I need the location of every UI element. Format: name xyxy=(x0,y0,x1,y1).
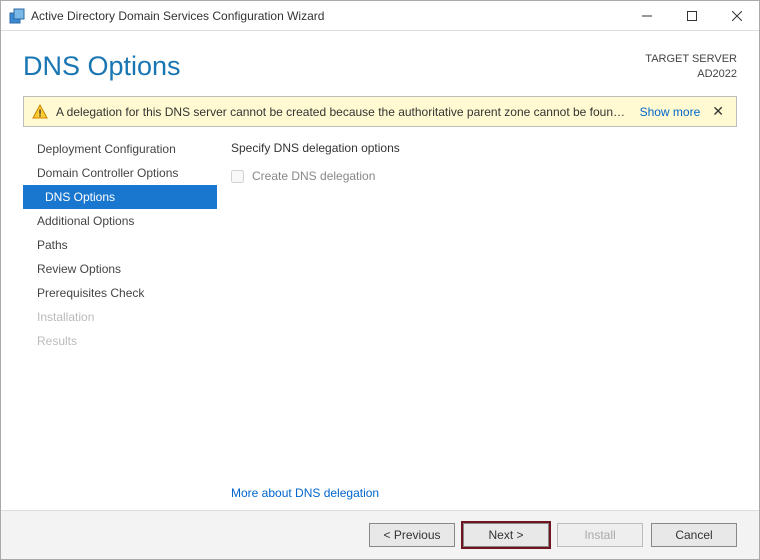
titlebar: Active Directory Domain Services Configu… xyxy=(1,1,759,31)
main-pane: Specify DNS delegation options Create DN… xyxy=(217,137,737,510)
target-value: AD2022 xyxy=(645,67,737,81)
svg-text:!: ! xyxy=(38,108,41,119)
sidebar-item[interactable]: Review Options xyxy=(23,257,217,281)
target-label: TARGET SERVER xyxy=(645,52,737,66)
create-dns-delegation-checkbox[interactable] xyxy=(231,170,244,183)
sidebar-item[interactable]: DNS Options xyxy=(23,185,217,209)
target-server-info: TARGET SERVER AD2022 xyxy=(645,52,737,81)
warning-icon: ! xyxy=(32,104,48,120)
wizard-steps-sidebar: Deployment ConfigurationDomain Controlle… xyxy=(23,137,217,510)
footer-buttons: < Previous Next > Install Cancel xyxy=(1,510,759,559)
checkbox-label: Create DNS delegation xyxy=(252,169,375,183)
close-button[interactable] xyxy=(714,1,759,30)
titlebar-text: Active Directory Domain Services Configu… xyxy=(31,9,624,23)
section-label: Specify DNS delegation options xyxy=(231,141,737,155)
more-about-link[interactable]: More about DNS delegation xyxy=(231,486,737,500)
banner-show-more-link[interactable]: Show more xyxy=(640,105,701,119)
previous-button[interactable]: < Previous xyxy=(369,523,455,547)
create-dns-delegation-option: Create DNS delegation xyxy=(231,169,737,183)
warning-banner: ! A delegation for this DNS server canno… xyxy=(23,96,737,127)
header: DNS Options TARGET SERVER AD2022 xyxy=(1,31,759,96)
minimize-button[interactable] xyxy=(624,1,669,30)
banner-close-icon[interactable]: ✕ xyxy=(708,103,728,120)
sidebar-item[interactable]: Domain Controller Options xyxy=(23,161,217,185)
window-controls xyxy=(624,1,759,30)
sidebar-item[interactable]: Deployment Configuration xyxy=(23,137,217,161)
next-button[interactable]: Next > xyxy=(463,523,549,547)
sidebar-item: Installation xyxy=(23,305,217,329)
cancel-button[interactable]: Cancel xyxy=(651,523,737,547)
banner-message: A delegation for this DNS server cannot … xyxy=(56,105,628,119)
sidebar-item[interactable]: Additional Options xyxy=(23,209,217,233)
page-title: DNS Options xyxy=(23,51,181,82)
sidebar-item: Results xyxy=(23,329,217,353)
app-icon xyxy=(9,8,25,24)
install-button[interactable]: Install xyxy=(557,523,643,547)
sidebar-item[interactable]: Prerequisites Check xyxy=(23,281,217,305)
sidebar-item[interactable]: Paths xyxy=(23,233,217,257)
maximize-button[interactable] xyxy=(669,1,714,30)
